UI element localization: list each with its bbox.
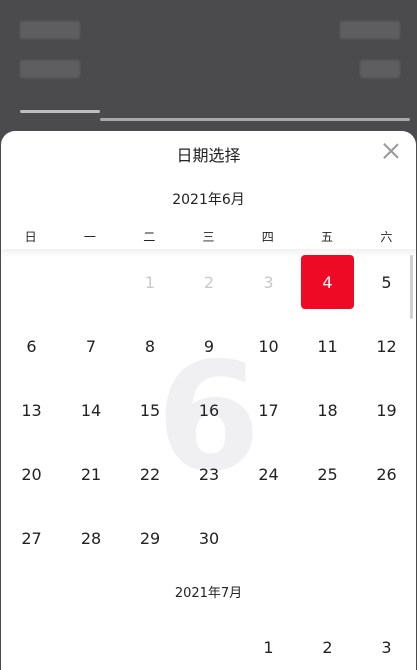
calendar-day[interactable]: 16 — [183, 383, 236, 437]
calendar-day[interactable]: 27 — [5, 511, 58, 565]
calendar-day[interactable]: 1 — [242, 620, 295, 670]
calendar-day: 2 — [203, 272, 215, 292]
weekday-label: 五 — [321, 230, 334, 244]
calendar-day[interactable]: 23 — [183, 447, 236, 501]
calendar-day[interactable]: 12 — [360, 319, 413, 373]
blurred-text — [340, 21, 400, 39]
calendar-day[interactable]: 18 — [301, 383, 354, 437]
calendar-day[interactable]: 26 — [360, 447, 413, 501]
calendar-day[interactable]: 21 — [65, 447, 118, 501]
blurred-text — [20, 21, 80, 39]
calendar-day[interactable]: 29 — [124, 511, 177, 565]
weekday-label: 四 — [261, 230, 274, 244]
calendar-day[interactable]: 9 — [183, 319, 236, 373]
calendar-day[interactable]: 3 — [360, 620, 413, 670]
weekday-label: 一 — [83, 230, 96, 244]
calendar-day[interactable]: 19 — [360, 383, 413, 437]
month-title: 2021年6月 — [172, 192, 245, 208]
calendar-day[interactable]: 11 — [301, 319, 354, 373]
month-title: 2021年7月 — [174, 586, 243, 601]
calendar-day[interactable]: 28 — [65, 511, 118, 565]
calendar-day[interactable]: 25 — [301, 447, 354, 501]
calendar-day[interactable]: 10 — [242, 319, 295, 373]
calendar-day[interactable]: 14 — [65, 383, 118, 437]
calendar-day[interactable]: 2 — [301, 620, 354, 670]
calendar-day[interactable]: 5 — [360, 255, 413, 309]
calendar-day[interactable]: 15 — [124, 383, 177, 437]
blurred-text — [20, 60, 80, 78]
calendar-day[interactable]: 30 — [183, 511, 236, 565]
weekday-label: 二 — [143, 230, 156, 244]
blurred-text — [360, 60, 400, 78]
weekday-label: 日 — [24, 230, 37, 244]
calendar-day[interactable]: 20 — [5, 447, 58, 501]
calendar-day[interactable]: 13 — [5, 383, 58, 437]
weekday-label: 六 — [380, 230, 393, 244]
calendar-day[interactable]: 24 — [242, 447, 295, 501]
blurred-text — [20, 100, 410, 130]
calendar-day[interactable]: 7 — [65, 319, 118, 373]
calendar-body[interactable]: 6 2021年7月 1 2 3 4 5 6 7 8 9 10 11 12 13 14 15 16 17 18 19 2… — [1, 249, 416, 670]
weekday-label: 三 — [202, 230, 215, 244]
calendar-day[interactable]: 22 — [124, 447, 177, 501]
calendar-day[interactable]: 4 — [301, 255, 354, 309]
calendar-day[interactable]: 8 — [124, 319, 177, 373]
close-icon[interactable] — [383, 143, 399, 159]
calendar-day: 3 — [263, 272, 274, 292]
weekday-header: 日一二三四五六 — [1, 225, 416, 249]
calendar-day: 1 — [144, 272, 156, 292]
date-picker-sheet: 日期选择 2021年6月 日一二三四五六 6 2021年7月 123456789… — [1, 131, 416, 670]
calendar-day[interactable]: 6 — [5, 319, 58, 373]
sheet-title: 日期选择 — [176, 146, 241, 165]
calendar-day[interactable]: 17 — [242, 383, 295, 437]
